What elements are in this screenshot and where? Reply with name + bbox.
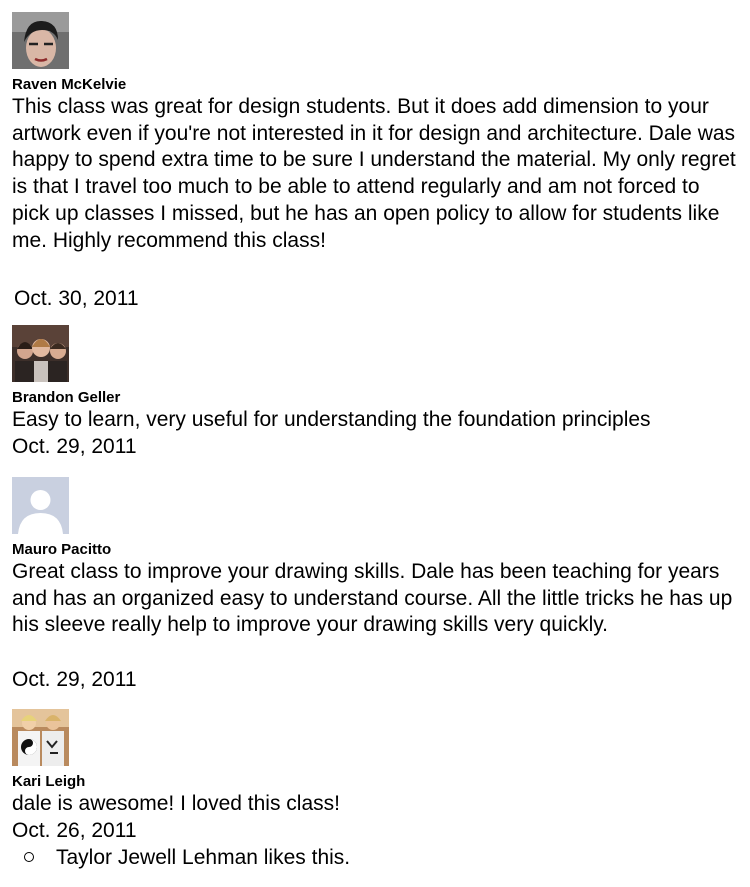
avatar[interactable] bbox=[12, 325, 69, 382]
review-date: Oct. 29, 2011 bbox=[12, 668, 137, 691]
avatar[interactable] bbox=[12, 709, 69, 766]
review-item: Brandon Geller Easy to learn, very usefu… bbox=[12, 325, 738, 465]
review-text: This class was great for design students… bbox=[12, 95, 736, 252]
review-text: Easy to learn, very useful for understan… bbox=[12, 408, 651, 431]
reviewer-name[interactable]: Kari Leigh bbox=[12, 773, 85, 791]
review-item: Mauro Pacitto Great class to improve you… bbox=[12, 477, 738, 697]
likes-text[interactable]: Taylor Jewell Lehman likes this. bbox=[56, 846, 350, 869]
default-avatar-silhouette-icon bbox=[12, 477, 69, 534]
review-text: dale is awesome! I loved this class! bbox=[12, 792, 340, 815]
review-date: Oct. 29, 2011 bbox=[12, 435, 137, 458]
profile-photo-group-icon bbox=[12, 325, 69, 382]
likes-line: Taylor Jewell Lehman likes this. bbox=[12, 845, 350, 871]
profile-photo-woman-icon bbox=[12, 12, 69, 69]
review-item: Raven McKelvie This class was great for … bbox=[12, 12, 738, 312]
reviewer-name[interactable]: Brandon Geller bbox=[12, 389, 120, 407]
review-date: Oct. 30, 2011 bbox=[14, 287, 139, 310]
review-item: Kari Leigh dale is awesome! I loved this… bbox=[12, 709, 738, 879]
reviewer-name[interactable]: Raven McKelvie bbox=[12, 76, 126, 94]
bullet-icon bbox=[24, 852, 34, 863]
avatar[interactable] bbox=[12, 477, 69, 534]
reviewer-name[interactable]: Mauro Pacitto bbox=[12, 541, 111, 559]
profile-photo-yin-yang-icon bbox=[12, 709, 69, 766]
review-text: Great class to improve your drawing skil… bbox=[12, 560, 733, 637]
review-date: Oct. 26, 2011 bbox=[12, 819, 137, 842]
avatar[interactable] bbox=[12, 12, 69, 69]
